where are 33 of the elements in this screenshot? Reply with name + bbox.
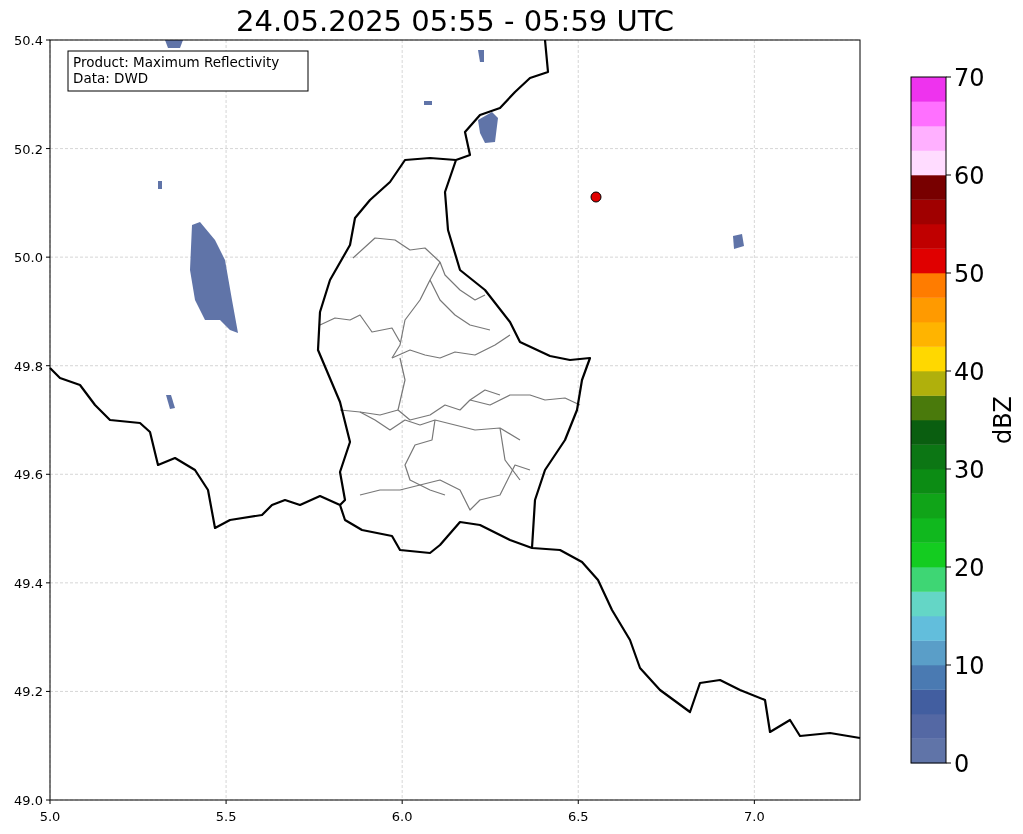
axis-tick-label: 50.0 (14, 250, 43, 266)
axis-tick-label: 5.5 (215, 809, 237, 824)
radar-echo (165, 40, 183, 48)
axis-tick-label: 49.8 (14, 358, 43, 374)
radar-echo (424, 101, 432, 105)
colorbar-tick-label: 40 (954, 358, 985, 386)
axis-tick-label: 49.0 (14, 793, 43, 808)
axis-tick-label: 49.6 (14, 467, 43, 483)
info-text: Data: DWD (73, 70, 149, 86)
axis-tick-label: 50.4 (14, 33, 43, 48)
axis-tick-label: 49.2 (14, 684, 43, 700)
axis-tick-label: 7.0 (744, 809, 765, 824)
axis-tick-label: 6.0 (391, 809, 413, 824)
chart-title: 24.05.2025 05:55 - 05:59 UTC (236, 4, 674, 38)
axis-tick-label: 5.0 (39, 809, 61, 824)
axis-tick-label: 49.4 (14, 575, 43, 591)
radar-echo (478, 112, 498, 143)
colorbar-label: dBZ (989, 395, 1017, 445)
colorbar-tick-label: 30 (954, 456, 985, 484)
axis-tick-label: 6.5 (567, 809, 589, 824)
station-marker (590, 191, 602, 203)
colorbar-tick-label: 0 (954, 750, 970, 778)
colorbar-tick-label: 70 (954, 64, 985, 92)
radar-echo (158, 181, 162, 189)
radar-echo (478, 50, 484, 62)
colorbar-tick-label: 20 (954, 554, 985, 582)
radar-echo (733, 234, 744, 249)
axis-tick-label: 50.2 (14, 141, 43, 157)
colorbar-tick-label: 10 (954, 652, 985, 680)
radar-echo (166, 395, 175, 409)
colorbar-tick-label: 50 (954, 260, 985, 288)
info-text: Product: Maximum Reflectivity (73, 54, 280, 70)
colorbar-tick-label: 60 (954, 162, 985, 190)
